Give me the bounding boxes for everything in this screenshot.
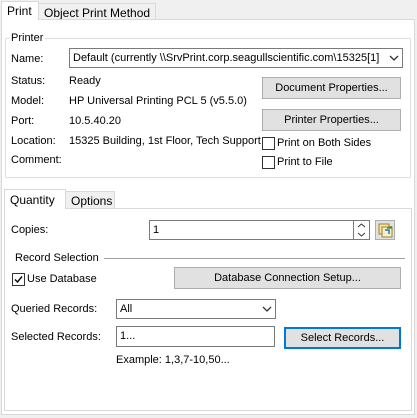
printer-name-label: Name: — [11, 53, 44, 65]
copies-options-button[interactable] — [375, 220, 395, 240]
copies-spinner-input[interactable]: 1 — [149, 220, 354, 240]
print-to-file-label: Print to File — [277, 156, 333, 168]
selected-records-example: Example: 1,3,7-10,50... — [116, 354, 230, 366]
spin-down-icon[interactable] — [354, 230, 369, 239]
spin-up-icon[interactable] — [354, 221, 369, 230]
document-properties-button[interactable]: Document Properties... — [262, 77, 401, 99]
printer-location-label: Location: — [11, 135, 56, 147]
record-selection-separator — [104, 258, 405, 259]
printer-properties-label: Printer Properties... — [284, 114, 379, 126]
print-both-sides-label: Print on Both Sides — [277, 137, 372, 149]
database-connection-setup-label: Database Connection Setup... — [214, 272, 361, 284]
copies-spinner[interactable] — [353, 220, 370, 240]
record-selection-title: Record Selection — [15, 252, 99, 264]
print-copies-icon — [378, 223, 393, 238]
printer-port-value: 10.5.40.20 — [69, 115, 121, 127]
use-database-checkbox[interactable] — [12, 273, 25, 286]
printer-name-value: Default (currently \\SrvPrint.corp.seagu… — [73, 52, 380, 64]
selected-records-input[interactable]: 1... — [116, 326, 275, 347]
printer-model-value: HP Universal Printing PCL 5 (v5.5.0) — [69, 95, 247, 107]
selected-records-label: Selected Records: — [11, 331, 101, 343]
printer-model-label: Model: — [11, 95, 45, 107]
tab-print-label: Print — [7, 4, 32, 18]
chevron-down-icon — [389, 55, 399, 61]
selected-records-value: 1... — [120, 330, 136, 342]
printer-status-label: Status: — [11, 75, 46, 87]
copies-value: 1 — [153, 224, 160, 236]
printer-name-dropdown[interactable]: Default (currently \\SrvPrint.corp.seagu… — [69, 48, 403, 68]
document-properties-label: Document Properties... — [275, 82, 388, 94]
tab-options-label: Options — [71, 194, 113, 208]
queried-records-dropdown[interactable]: All — [116, 299, 276, 319]
print-to-file-checkbox[interactable] — [262, 156, 275, 169]
chevron-down-icon — [262, 306, 272, 312]
printer-port-label: Port: — [11, 115, 35, 127]
print-both-sides-checkbox[interactable] — [262, 137, 275, 150]
tab-quantity-label: Quantity — [10, 193, 55, 207]
tab-quantity[interactable]: Quantity — [4, 189, 66, 209]
queried-records-value: All — [120, 303, 133, 315]
printer-properties-button[interactable]: Printer Properties... — [262, 109, 401, 131]
database-connection-setup-button[interactable]: Database Connection Setup... — [174, 267, 401, 289]
printer-comment-label: Comment: — [11, 154, 62, 166]
checkmark-icon — [14, 276, 23, 284]
tab-object-print-method-label: Object Print Method — [44, 6, 151, 20]
queried-records-label: Queried Records: — [11, 303, 98, 315]
copies-label: Copies: — [11, 224, 49, 236]
select-records-button[interactable]: Select Records... — [284, 327, 401, 349]
printer-location-value: 15325 Building, 1st Floor, Tech Support — [69, 135, 261, 147]
select-records-label: Select Records... — [300, 332, 385, 344]
tab-print[interactable]: Print — [1, 1, 39, 20]
use-database-label: Use Database — [27, 273, 97, 285]
printer-status-value: Ready — [69, 75, 101, 87]
printer-group-title: Printer — [9, 32, 46, 44]
tab-options[interactable]: Options — [65, 191, 115, 209]
